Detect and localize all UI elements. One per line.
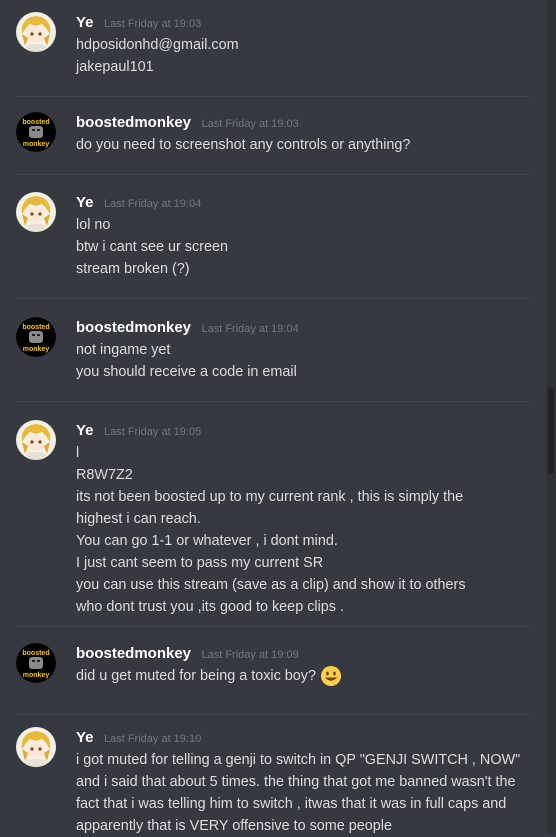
message-text: hdposidonhd@gmail.com — [76, 37, 239, 53]
avatar-boostedmonkey[interactable]: boosted monkey — [16, 112, 56, 152]
message-divider — [16, 174, 530, 175]
message-text: lol no — [76, 217, 111, 233]
message-text: btw i cant see ur screen — [76, 239, 228, 255]
avatar-boostedmonkey[interactable]: boosted monkey — [16, 643, 56, 683]
scrollbar-thumb[interactable] — [548, 388, 554, 474]
message-text: you can use this stream (save as a clip)… — [76, 577, 466, 615]
svg-text:monkey: monkey — [23, 346, 50, 353]
message-text-content: did u get muted for being a toxic boy? — [76, 668, 316, 684]
anime-avatar-icon — [16, 727, 56, 767]
message-text: You can go 1-1 or whatever , i dont mind… — [76, 533, 338, 549]
monkey-avatar-icon: boosted monkey — [16, 317, 56, 357]
message-text: stream broken (?) — [76, 261, 190, 277]
username[interactable]: Ye — [76, 422, 94, 439]
message-text: i got muted for telling a genji to switc… — [76, 752, 521, 834]
avatar-ye[interactable] — [16, 12, 56, 52]
monkey-avatar-icon: boosted monkey — [16, 643, 56, 683]
timestamp: Last Friday at 19:05 — [103, 426, 202, 438]
avatar-ye[interactable] — [16, 192, 56, 232]
avatar-ye[interactable] — [16, 420, 56, 460]
message-divider — [16, 96, 530, 97]
message-divider — [16, 626, 530, 627]
message-text: you should receive a code in email — [76, 364, 297, 380]
message-text: I just cant seem to pass my current SR — [76, 555, 324, 571]
message-divider — [16, 298, 530, 299]
svg-text:monkey: monkey — [23, 141, 50, 148]
avatar-ye[interactable] — [16, 727, 56, 767]
message-text: its not been boosted up to my current ra… — [76, 489, 464, 527]
message-divider — [16, 401, 530, 402]
timestamp: Last Friday at 19:04 — [201, 323, 299, 335]
message-text: not ingame yet — [76, 342, 171, 358]
svg-text:boosted: boosted — [22, 650, 49, 657]
message-text: l — [76, 445, 80, 461]
username[interactable]: boostedmonkey — [76, 645, 191, 662]
anime-avatar-icon — [16, 192, 56, 232]
timestamp: Last Friday at 19:09 — [201, 649, 299, 661]
username[interactable]: Ye — [76, 729, 94, 746]
avatar-boostedmonkey[interactable]: boosted monkey — [16, 317, 56, 357]
timestamp: Last Friday at 19:04 — [103, 198, 202, 210]
message-feed: Ye Last Friday at 19:03 hdposidonhd@gmai… — [0, 0, 546, 834]
smiley-emoji-icon — [321, 666, 341, 687]
anime-avatar-icon — [16, 420, 56, 460]
message-text: did u get muted for being a toxic boy? — [76, 665, 532, 687]
svg-text:monkey: monkey — [23, 672, 50, 679]
svg-text:boosted: boosted — [22, 324, 49, 331]
monkey-avatar-icon: boosted monkey — [16, 112, 56, 152]
message-text: R8W7Z2 — [76, 467, 133, 483]
message-text: jakepaul101 — [76, 59, 154, 75]
timestamp: Last Friday at 19:03 — [201, 118, 299, 130]
message-divider — [16, 714, 530, 715]
scrollbar-track[interactable] — [546, 0, 556, 834]
svg-text:boosted: boosted — [22, 119, 49, 126]
username[interactable]: boostedmonkey — [76, 319, 191, 336]
timestamp: Last Friday at 19:03 — [103, 18, 202, 30]
timestamp: Last Friday at 19:10 — [103, 733, 202, 745]
username[interactable]: Ye — [76, 194, 94, 211]
anime-avatar-icon — [16, 12, 56, 52]
message-text: do you need to screenshot any controls o… — [76, 137, 411, 153]
username[interactable]: boostedmonkey — [76, 114, 191, 131]
username[interactable]: Ye — [76, 14, 94, 31]
